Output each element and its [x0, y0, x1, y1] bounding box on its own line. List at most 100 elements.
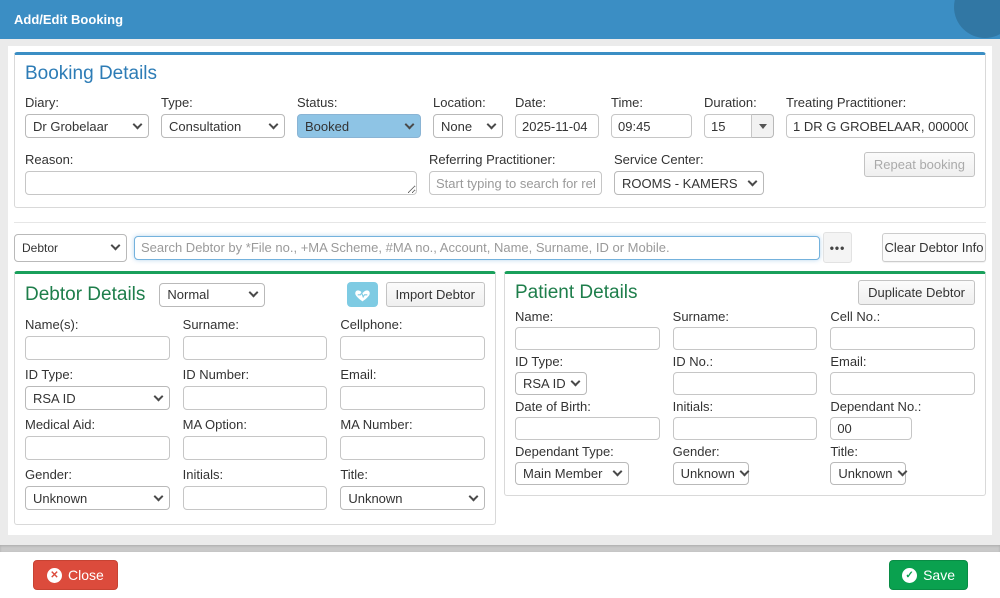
chevron-down-icon — [248, 287, 259, 298]
type-select[interactable]: Consultation — [161, 114, 285, 138]
debtor-search-input[interactable] — [134, 235, 820, 260]
save-button[interactable]: ✓ Save — [889, 560, 968, 590]
close-icon: ✕ — [47, 567, 62, 583]
date-label: Date: — [515, 95, 547, 110]
chevron-down-icon — [747, 176, 758, 186]
duration-input[interactable] — [704, 114, 752, 138]
footer-divider — [0, 545, 1000, 552]
location-label: Location: — [433, 95, 486, 110]
debtor-maoption-input[interactable] — [182, 436, 328, 460]
debtor-maoption-label: MA Option: — [182, 417, 247, 432]
debtor-idnumber-label: ID Number: — [182, 367, 250, 382]
import-debtor-button[interactable]: Import Debtor — [385, 282, 485, 307]
patient-idno-input[interactable] — [672, 372, 818, 395]
close-button[interactable]: ✕ Close — [33, 560, 118, 590]
patient-cellno-input[interactable] — [830, 327, 975, 350]
time-input[interactable] — [611, 114, 692, 138]
reason-label: Reason: — [25, 152, 74, 167]
duration-label: Duration: — [704, 95, 757, 110]
date-input[interactable] — [515, 114, 599, 138]
chevron-down-icon — [153, 391, 164, 401]
caret-down-icon — [758, 123, 767, 129]
duration-dropdown-button[interactable] — [752, 114, 774, 138]
patient-title-select[interactable]: Unknown — [830, 462, 907, 485]
patient-gender-label: Gender: — [672, 444, 720, 459]
debtor-details-title: Debtor Details — [25, 283, 146, 305]
debtor-email-input[interactable] — [340, 386, 485, 410]
service-center-label: Service Center: — [614, 152, 704, 167]
heart-pulse-icon — [354, 290, 370, 302]
ellipsis-icon: ••• — [829, 240, 846, 255]
booking-row-1: Diary: Dr Grobelaar Type: Consultation S… — [25, 95, 975, 138]
debtor-manumber-label: MA Number: — [340, 417, 413, 432]
booking-row-2: Reason: Referring Practitioner: Service … — [25, 152, 975, 195]
search-more-options-button[interactable]: ••• — [823, 232, 852, 263]
patient-cellno-label: Cell No.: — [830, 309, 881, 324]
debtor-initials-label: Initials: — [182, 467, 224, 482]
debtor-idnumber-input[interactable] — [182, 386, 328, 410]
patient-initials-input[interactable] — [672, 417, 818, 440]
patient-details-title: Patient Details — [515, 281, 638, 303]
patient-surname-input[interactable] — [672, 327, 818, 350]
debtor-names-input[interactable] — [25, 336, 170, 360]
debtor-manumber-input[interactable] — [340, 436, 485, 460]
treating-practitioner-input[interactable] — [786, 114, 975, 138]
debtor-title-label: Title: — [340, 467, 369, 482]
patient-deptype-label: Dependant Type: — [515, 444, 614, 459]
patient-title-label: Title: — [830, 444, 859, 459]
debtor-title-select[interactable]: Unknown — [340, 486, 485, 510]
debtor-mode-select[interactable]: Normal — [159, 282, 266, 307]
chevron-down-icon — [612, 466, 623, 477]
dialog-body: Booking Details Diary: Dr Grobelaar Type… — [8, 46, 992, 535]
patient-details-panel: Patient Details Duplicate Debtor Name: S… — [504, 271, 986, 496]
chevron-down-icon — [110, 240, 121, 251]
patient-idtype-select[interactable]: RSA ID — [515, 372, 587, 395]
referring-practitioner-input[interactable] — [429, 171, 602, 195]
chevron-down-icon — [570, 376, 581, 387]
medical-aid-lookup-button[interactable] — [346, 282, 378, 307]
reason-textarea[interactable] — [25, 171, 417, 195]
chevron-down-icon — [739, 466, 750, 477]
patient-deptype-select[interactable]: Main Member — [515, 462, 629, 485]
debtor-gender-select[interactable]: Unknown — [25, 486, 170, 510]
debtor-email-label: Email: — [340, 367, 377, 382]
treating-practitioner-label: Treating Practitioner: — [786, 95, 907, 110]
chevron-down-icon — [132, 119, 143, 129]
debtor-surname-input[interactable] — [182, 336, 328, 360]
service-center-select[interactable]: ROOMS - KAMERS — [614, 171, 764, 195]
patient-idno-label: ID No.: — [672, 354, 714, 369]
debtor-search-row: Debtor ••• Clear Debtor Info — [14, 222, 986, 263]
patient-initials-label: Initials: — [672, 399, 714, 414]
debtor-medicalaid-input[interactable] — [25, 436, 170, 460]
duplicate-debtor-button[interactable]: Duplicate Debtor — [858, 280, 975, 305]
diary-select[interactable]: Dr Grobelaar — [25, 114, 149, 138]
repeat-booking-button[interactable]: Repeat booking — [863, 152, 975, 177]
debtor-names-label: Name(s): — [25, 317, 79, 332]
patient-dob-input[interactable] — [515, 417, 660, 440]
patient-name-label: Name: — [515, 309, 554, 324]
debtor-idtype-select[interactable]: RSA ID — [25, 386, 170, 410]
chevron-down-icon — [404, 119, 415, 129]
patient-depno-label: Dependant No.: — [830, 399, 922, 414]
patient-dob-label: Date of Birth: — [515, 399, 591, 414]
patient-depno-input[interactable] — [830, 417, 913, 440]
location-select[interactable]: None — [433, 114, 503, 138]
debtor-cellphone-input[interactable] — [340, 336, 485, 360]
corner-ripple-decoration — [954, 0, 1000, 38]
debtor-surname-label: Surname: — [182, 317, 240, 332]
time-label: Time: — [611, 95, 644, 110]
dialog-titlebar: Add/Edit Booking — [0, 0, 1000, 39]
status-select[interactable]: Booked — [297, 114, 421, 138]
referring-practitioner-label: Referring Practitioner: — [429, 152, 556, 167]
patient-name-input[interactable] — [515, 327, 660, 350]
debtor-details-panel: Debtor Details Normal Import Debtor Name… — [14, 271, 496, 525]
patient-email-input[interactable] — [830, 372, 975, 395]
details-panels: Debtor Details Normal Import Debtor Name… — [14, 271, 986, 525]
patient-gender-select[interactable]: Unknown — [672, 462, 750, 485]
debtor-cellphone-label: Cellphone: — [340, 317, 403, 332]
clear-debtor-info-button[interactable]: Clear Debtor Info — [882, 233, 986, 262]
type-label: Type: — [161, 95, 193, 110]
booking-details-panel: Booking Details Diary: Dr Grobelaar Type… — [14, 52, 986, 208]
debtor-initials-input[interactable] — [182, 486, 328, 510]
search-type-select[interactable]: Debtor — [14, 233, 127, 262]
